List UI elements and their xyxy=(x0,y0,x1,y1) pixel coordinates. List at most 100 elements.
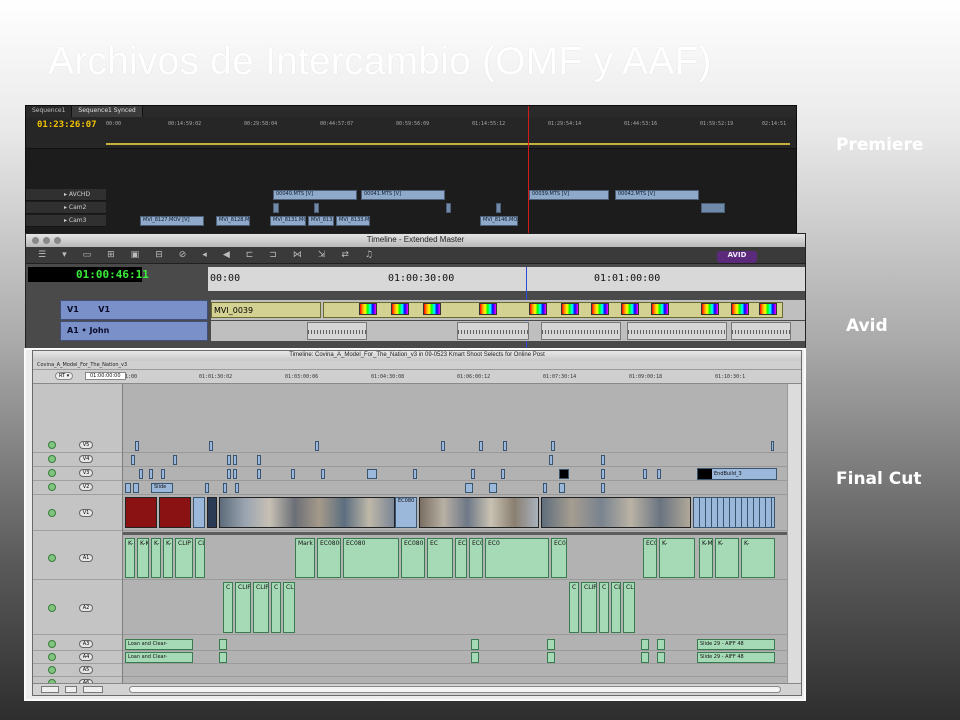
fcp-video-clip[interactable] xyxy=(471,469,475,479)
fcp-video-clip[interactable] xyxy=(551,441,555,451)
premiere-track-header[interactable]: ▸ Cam2 xyxy=(26,202,106,214)
fcp-audio-clip[interactable]: EC xyxy=(427,538,453,578)
fcp-audio-clip[interactable]: EC080 xyxy=(401,538,425,578)
minimize-dot-icon[interactable] xyxy=(43,237,50,244)
fcp-track-header-v4[interactable]: V4 xyxy=(33,453,122,467)
fcp-video-clip[interactable] xyxy=(193,497,205,528)
fcp-track-label[interactable]: A1 xyxy=(79,554,93,562)
premiere-clip[interactable]: MVI_8127.MOV [V] xyxy=(140,216,204,226)
fcp-track-label[interactable]: V5 xyxy=(79,441,93,449)
play-reverse-icon[interactable]: ◀ xyxy=(223,250,230,260)
premiere-clip[interactable] xyxy=(701,203,725,213)
premiere-clip[interactable] xyxy=(496,203,501,213)
fcp-audio-clip[interactable] xyxy=(657,652,665,663)
fcp-audio-clip[interactable] xyxy=(641,639,649,650)
track-visibility-icon[interactable] xyxy=(48,509,56,517)
fcp-video-clip[interactable] xyxy=(227,469,231,479)
fcp-audio-clip[interactable]: EC0 xyxy=(551,538,567,578)
fcp-video-clip[interactable] xyxy=(601,483,605,493)
premiere-clip[interactable] xyxy=(273,203,279,213)
premiere-time-ruler[interactable]: 01:23:26:07 00:00 00:14:59:02 00:29:58:0… xyxy=(26,117,796,149)
fcp-track-header-a5[interactable]: A5 xyxy=(33,664,122,677)
fcp-track-label[interactable]: A3 xyxy=(79,640,93,648)
fcp-audio-clip[interactable]: K- xyxy=(659,538,695,578)
premiere-track-header[interactable]: ▸ AVCHD xyxy=(26,189,106,201)
mark-out-icon[interactable]: ⊐ xyxy=(269,250,277,260)
fcp-video-clip[interactable] xyxy=(771,441,774,451)
fcp-rt-menu[interactable]: RT ▾ xyxy=(55,372,74,380)
fcp-video-clip[interactable] xyxy=(205,483,209,493)
fcp-audio-clip[interactable]: K- xyxy=(163,538,173,578)
fcp-thumbnail-clip[interactable] xyxy=(159,497,191,528)
fcp-timecode-field[interactable]: 01:00:00:00 xyxy=(85,372,126,380)
fcp-track-header-v3[interactable]: V3 xyxy=(33,467,122,481)
premiere-timecode[interactable]: 01:23:26:07 xyxy=(37,120,97,130)
fcp-track-header-v5[interactable]: V5 xyxy=(33,439,122,453)
track-visibility-icon[interactable] xyxy=(48,469,56,477)
fcp-video-clip[interactable] xyxy=(291,469,295,479)
clip-overlay-icon[interactable] xyxy=(65,686,77,693)
fcp-video-clip[interactable] xyxy=(257,455,261,465)
add-edit-icon[interactable]: ⋈ xyxy=(293,250,302,260)
fcp-audio-clip[interactable]: C xyxy=(223,582,233,633)
fcp-video-clip[interactable] xyxy=(489,483,497,493)
fcp-video-clip[interactable] xyxy=(601,455,605,465)
trim-icon[interactable]: ⇄ xyxy=(341,250,349,260)
avid-time-ruler[interactable]: 00:00 01:00:30:00 01:01:00:00 xyxy=(208,267,805,291)
avid-audio-clip[interactable] xyxy=(627,322,727,340)
avid-audio-clip[interactable] xyxy=(731,322,791,340)
fcp-thumbnail-strip[interactable] xyxy=(419,497,539,528)
fcp-audio-clip[interactable]: K- xyxy=(151,538,161,578)
dropdown-icon[interactable]: ▾ xyxy=(62,250,67,260)
premiere-clip[interactable]: MVI_8146.MO xyxy=(480,216,518,226)
fcp-video-clip[interactable] xyxy=(233,455,237,465)
premiere-clip[interactable]: MVI_8131.MO xyxy=(270,216,306,226)
mark-in-icon[interactable]: ⊏ xyxy=(246,250,254,260)
avid-video-clip[interactable]: MVI_0039 xyxy=(211,302,321,318)
fcp-thumbnail-clip[interactable] xyxy=(125,497,157,528)
fcp-audio-clip[interactable] xyxy=(657,639,665,650)
fcp-video-clip[interactable] xyxy=(131,455,135,465)
menu-icon[interactable]: ☰ xyxy=(38,250,46,260)
fcp-audio-clip[interactable]: CL xyxy=(623,582,635,633)
fcp-audio-clip[interactable]: Mark xyxy=(295,538,315,578)
fcp-video-clip[interactable] xyxy=(125,483,131,493)
fcp-video-clip[interactable] xyxy=(133,483,139,493)
fcp-audio-clip[interactable]: CLIP xyxy=(253,582,269,633)
fcp-video-clip[interactable] xyxy=(657,469,661,479)
fcp-audio-clip[interactable]: K- xyxy=(715,538,739,578)
fcp-video-clip[interactable] xyxy=(441,441,445,451)
horizontal-scrollbar[interactable] xyxy=(129,686,781,693)
fcp-video-clip[interactable] xyxy=(559,469,569,479)
fcp-video-clip[interactable]: Slide xyxy=(151,483,173,493)
track-height-icon[interactable] xyxy=(41,686,59,693)
fcp-audio-clip[interactable]: EC080 xyxy=(343,538,399,578)
fcp-audio-clip[interactable]: K- xyxy=(125,538,135,578)
track-audio-icon[interactable] xyxy=(48,640,56,648)
fcp-audio-clip[interactable]: Slide 29 - AIFF 48 xyxy=(697,639,775,650)
fcp-audio-clip[interactable]: CLIP xyxy=(581,582,597,633)
track-visibility-icon[interactable] xyxy=(48,441,56,449)
fcp-audio-clip[interactable] xyxy=(547,652,555,663)
fcp-audio-clip[interactable]: CL xyxy=(611,582,621,633)
track-audio-icon[interactable] xyxy=(48,554,56,562)
premiere-tab-sequence1-synced[interactable]: Sequence1 Synced xyxy=(72,106,143,117)
track-audio-icon[interactable] xyxy=(48,653,56,661)
fcp-video-clip-group[interactable] xyxy=(693,497,775,528)
fcp-video-clip[interactable] xyxy=(235,483,239,493)
fcp-video-clip[interactable] xyxy=(149,469,153,479)
fcp-video-clip[interactable] xyxy=(643,469,647,479)
fcp-video-clip[interactable] xyxy=(465,483,473,493)
track-audio-icon[interactable] xyxy=(48,604,56,612)
fcp-video-clip[interactable] xyxy=(559,483,565,493)
fcp-audio-clip[interactable]: Loan and Clear- xyxy=(125,639,193,650)
fcp-audio-clip[interactable]: Slide 29 - AIFF 48 xyxy=(697,652,775,663)
fcp-video-clip[interactable] xyxy=(315,441,319,451)
fcp-video-clip[interactable] xyxy=(173,455,177,465)
fcp-audio-clip[interactable] xyxy=(641,652,649,663)
premiere-tab-sequence1[interactable]: Sequence1 xyxy=(26,106,73,117)
fcp-thumbnail-strip[interactable] xyxy=(219,497,395,528)
fcp-track-header-v2[interactable]: V2 xyxy=(33,481,122,495)
fcp-video-audio-divider[interactable] xyxy=(123,532,787,535)
fcp-video-clip[interactable] xyxy=(479,441,483,451)
